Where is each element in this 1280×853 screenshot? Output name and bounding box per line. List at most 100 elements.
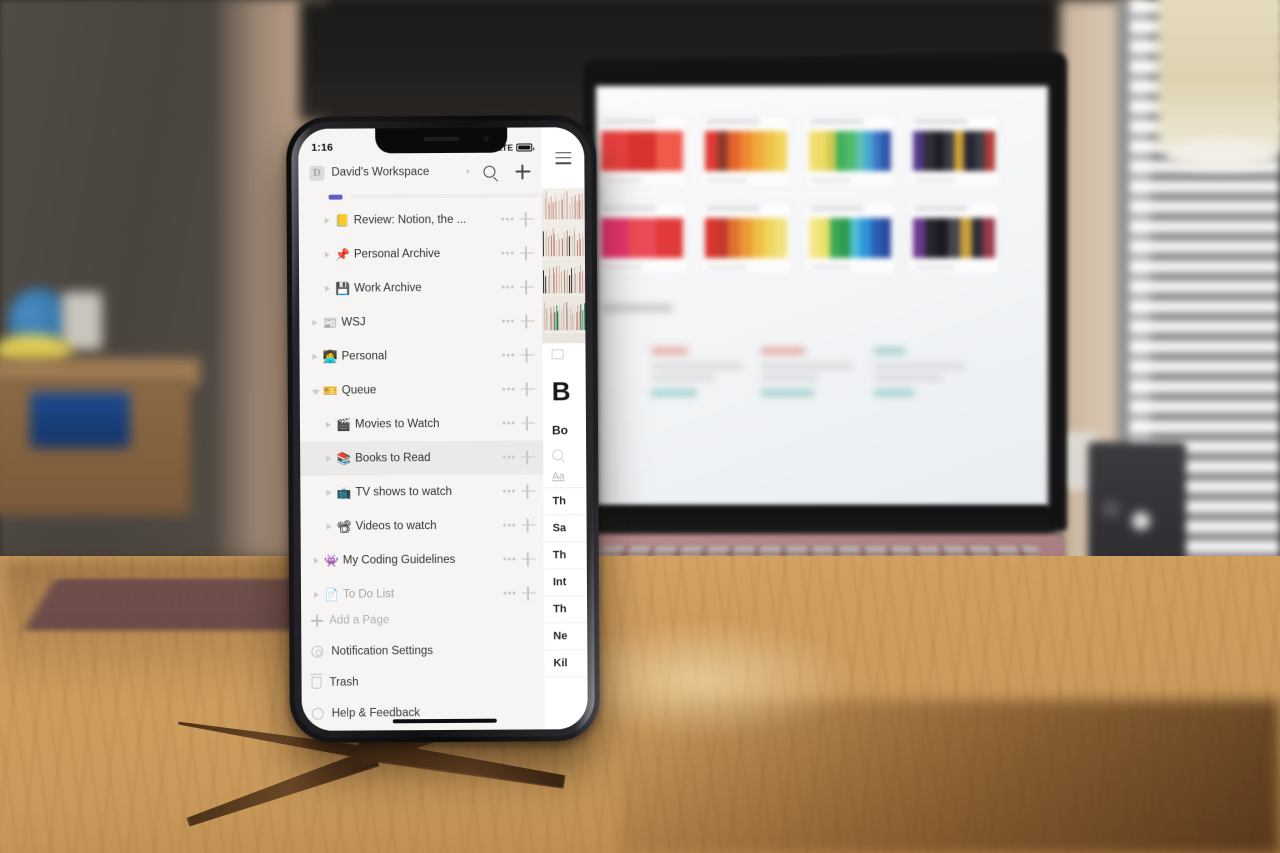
list-item[interactable]: Ne [544,623,587,650]
book-spine [557,194,558,219]
more-options-icon[interactable]: ••• [498,214,518,226]
add-page-icon[interactable] [518,280,536,294]
add-page-icon[interactable] [520,586,538,600]
sidebar-item-label: Books to Read [352,452,499,465]
hamburger-menu-icon[interactable] [555,152,571,164]
add-page-icon[interactable] [519,450,537,464]
book-spine [572,196,573,219]
laptop-screen [596,86,1048,506]
sidebar-item-tv-shows-to-watch[interactable]: 📺 TV shows to watch ••• [300,474,543,509]
more-options-icon[interactable]: ••• [500,588,520,600]
more-options-icon[interactable]: ••• [499,384,519,396]
list-item[interactable]: Kil [544,650,587,677]
phone-screen[interactable]: 1:16 LTE D David's Workspace ▾ 📒 Review:… [298,127,588,731]
sidebar-item-books-to-read[interactable]: 📚 Books to Read ••• [300,440,543,475]
chevron-down-icon[interactable] [309,384,322,397]
sidebar-item-to-do-list[interactable]: 📄 To Do List ••• [301,576,544,605]
more-options-icon[interactable]: ••• [500,554,520,566]
list-item[interactable]: Th [544,542,587,569]
more-options-icon[interactable]: ••• [500,520,520,532]
book-spine [556,266,557,293]
laptop-hinge [596,506,1048,536]
plus-icon [515,164,530,179]
add-page-row[interactable]: Add a Page [301,604,544,635]
book-spine [562,238,563,256]
chevron-right-icon[interactable] [322,452,335,465]
add-page-icon[interactable] [518,314,536,328]
more-options-icon[interactable]: ••• [499,452,519,464]
sidebar-item-movies-to-watch[interactable]: 🎬 Movies to Watch ••• [300,406,543,441]
more-options-icon[interactable]: ••• [498,282,518,294]
sidebar-item-notification-settings[interactable]: Notification Settings [301,634,544,666]
list-item[interactable]: Th [544,596,587,623]
sidebar-item-videos-to-watch[interactable]: 📽 Videos to watch ••• [300,508,543,543]
sidebar-item-help-feedback[interactable]: Help & Feedback [302,696,545,728]
chevron-right-icon[interactable] [321,214,334,227]
list-item[interactable]: Sa [544,515,587,542]
more-options-icon[interactable]: ••• [498,316,518,328]
chevron-right-icon[interactable] [309,350,322,363]
more-options-icon[interactable]: ••• [499,418,519,430]
book-spine [546,269,547,293]
list-item[interactable]: Th [543,488,586,515]
chevron-right-icon[interactable] [322,418,335,431]
book-spine [559,200,560,219]
workspace-name[interactable]: David's Workspace [331,166,462,179]
more-options-icon[interactable]: ••• [499,486,519,498]
sidebar-item-my-coding-guidelines[interactable]: 👾 My Coding Guidelines ••• [301,542,544,577]
chevron-right-icon[interactable] [321,282,334,295]
book-spine [569,314,570,330]
sidebar-page-list[interactable]: 📒 Review: Notion, the ... ••• 📌 Personal Arc… [299,188,545,605]
front-camera-icon [483,136,489,142]
chevron-right-icon[interactable] [321,248,334,261]
add-page-icon[interactable] [519,484,537,498]
notion-sidebar: 1:16 LTE D David's Workspace ▾ 📒 Review:… [298,127,545,730]
book-spine [569,236,570,256]
gear-icon [311,645,323,657]
sidebar-item-review-notion-the[interactable]: 📒 Review: Notion, the ... ••• [299,202,542,237]
book-spine [562,277,563,293]
add-page-icon[interactable] [519,382,537,396]
book-spine [568,197,569,219]
add-page-icon[interactable] [520,552,538,566]
notion-content-panel[interactable]: B Bo Aa Th Sa Th Int Th Ne Kil [541,127,588,729]
chevron-right-icon[interactable] [322,486,335,499]
sidebar-item-label: Personal [339,350,499,363]
chevron-right-icon[interactable] [310,588,323,601]
sidebar-item-wsj[interactable]: 📰 WSJ ••• [299,304,542,339]
book-spine [572,274,573,293]
chevron-right-icon[interactable] [308,316,321,329]
sidebar-item-trash[interactable]: Trash [301,665,544,697]
list-item[interactable]: Int [544,569,587,596]
workspace-header[interactable]: D David's Workspace ▾ [298,154,541,189]
sidebar-item-work-archive[interactable]: 💾 Work Archive ••• [299,270,542,305]
search-button[interactable] [476,159,502,185]
add-page-icon[interactable] [519,348,537,362]
sidebar-item-personal[interactable]: 👩‍💻 Personal ••• [299,338,542,373]
sidebar-item-label: To Do List [340,588,500,601]
book-spine [580,265,581,293]
pushpin-icon: 📌 [334,249,351,261]
add-page-icon[interactable] [518,246,536,260]
chevron-right-icon[interactable] [310,554,323,567]
sidebar-item-personal-archive[interactable]: 📌 Personal Archive ••• [299,236,542,271]
database-search[interactable] [543,437,586,460]
sidebar-item-queue[interactable]: 🎫 Queue ••• [300,372,543,407]
earpiece-speaker [423,137,459,141]
book-spine [553,267,554,293]
gallery-card [804,201,896,275]
book-spine [556,305,557,330]
database-rows[interactable]: Th Sa Th Int Th Ne Kil [543,488,587,677]
more-options-icon[interactable]: ••• [499,350,519,362]
chevron-right-icon[interactable] [323,520,336,533]
more-options-icon[interactable]: ••• [498,248,518,260]
new-page-button[interactable] [509,158,535,184]
add-page-icon[interactable] [518,212,536,226]
sidebar-item-label: Help & Feedback [332,707,420,720]
comment-icon[interactable] [552,349,564,359]
add-page-icon[interactable] [520,518,538,532]
book-spine [575,273,576,293]
column-header-name[interactable]: Aa [543,460,586,488]
add-page-icon[interactable] [519,416,537,430]
book-spine [575,234,576,256]
